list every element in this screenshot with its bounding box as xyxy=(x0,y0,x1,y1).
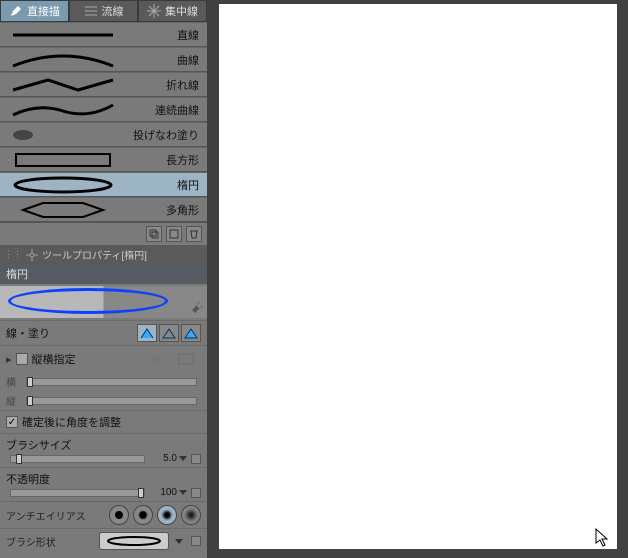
canvas[interactable] xyxy=(219,4,617,549)
tab-stream-line[interactable]: 流線 xyxy=(69,0,138,22)
tool-property-header: ⋮⋮ ツールプロパティ[楕円] xyxy=(0,245,207,264)
svg-text:%: % xyxy=(151,355,160,366)
brush-size-link-icon[interactable] xyxy=(191,454,201,464)
subtool-name: 楕円 xyxy=(0,264,207,284)
shape-tool-list: 直線 曲線 折れ線 連続曲線 投げなわ塗り 長方形 楕円 多角形 xyxy=(0,22,207,222)
antialias-weak[interactable] xyxy=(133,505,153,525)
canvas-area xyxy=(207,0,628,558)
width-slider[interactable] xyxy=(26,378,197,386)
opacity-value[interactable]: 100 xyxy=(149,487,177,498)
opacity-link-icon[interactable] xyxy=(191,488,201,498)
aspect-preset-1-icon[interactable]: % xyxy=(149,349,171,369)
aspect-lock-row: ▸ 縦横指定 % xyxy=(0,345,207,372)
tab-label: 流線 xyxy=(102,3,124,19)
opacity-row: 不透明度 100 xyxy=(0,467,207,501)
shape-rectangle[interactable]: 長方形 xyxy=(0,147,207,172)
expand-toggle-icon[interactable]: ▸ xyxy=(6,353,12,366)
shape-continuous-curve[interactable]: 連続曲線 xyxy=(0,97,207,122)
fill-mode-outline[interactable] xyxy=(137,324,157,342)
aspect-preset-2-icon[interactable] xyxy=(175,349,197,369)
subtool-tabs: 直接描 流線 集中線 xyxy=(0,0,207,22)
panel-title: ツールプロパティ[楕円] xyxy=(42,247,147,262)
brush-size-row: ブラシサイズ 5.0 xyxy=(0,433,207,467)
shape-lasso-fill[interactable]: 投げなわ塗り xyxy=(0,122,207,147)
focus-icon xyxy=(147,4,161,18)
shape-curve[interactable]: 曲線 xyxy=(0,47,207,72)
drag-handle-icon[interactable]: ⋮⋮ xyxy=(4,249,22,260)
antialias-strong[interactable] xyxy=(181,505,201,525)
shape-line[interactable]: 直線 xyxy=(0,22,207,47)
tab-label: 直接描 xyxy=(27,3,60,19)
fill-mode-both[interactable] xyxy=(181,324,201,342)
width-slider-row: 横 xyxy=(0,372,207,391)
chevron-down-icon[interactable] xyxy=(179,456,187,461)
new-icon[interactable] xyxy=(166,226,182,242)
tab-focus-line[interactable]: 集中線 xyxy=(138,0,207,22)
brush-shape-link-icon[interactable] xyxy=(191,536,201,546)
fill-mode-fill[interactable] xyxy=(159,324,179,342)
subtool-toolbar xyxy=(0,222,207,245)
line-fill-row: 線・塗り xyxy=(0,320,207,345)
preview-ellipse-icon xyxy=(8,288,168,314)
brush-shape-row: ブラシ形状 xyxy=(0,528,207,553)
tool-sidebar: 直接描 流線 集中線 直線 曲線 折れ線 連続 xyxy=(0,0,207,558)
cursor-icon xyxy=(595,528,611,548)
aspect-lock-checkbox[interactable] xyxy=(16,353,28,365)
shape-ellipse[interactable]: 楕円 xyxy=(0,172,207,197)
wrench-icon[interactable] xyxy=(189,300,205,316)
antialias-row: アンチエイリアス xyxy=(0,501,207,528)
trash-icon[interactable] xyxy=(186,226,202,242)
chevron-down-icon[interactable] xyxy=(179,490,187,495)
gear-icon[interactable] xyxy=(26,249,38,261)
adjust-angle-checkbox[interactable] xyxy=(6,416,18,428)
antialias-mid[interactable] xyxy=(157,505,177,525)
tab-label: 集中線 xyxy=(165,3,198,19)
stream-icon xyxy=(84,4,98,18)
height-slider-row: 縦 xyxy=(0,391,207,410)
opacity-slider[interactable] xyxy=(10,489,145,497)
brush-preview[interactable] xyxy=(0,286,207,318)
duplicate-icon[interactable] xyxy=(146,226,162,242)
brush-size-slider[interactable] xyxy=(10,455,145,463)
adjust-angle-row: 確定後に角度を調整 xyxy=(0,410,207,433)
shape-polygon[interactable]: 多角形 xyxy=(0,197,207,222)
height-slider[interactable] xyxy=(26,397,197,405)
shape-polyline[interactable]: 折れ線 xyxy=(0,72,207,97)
pencil-icon xyxy=(9,4,23,18)
brush-shape-selector[interactable] xyxy=(99,532,169,550)
brush-size-value[interactable]: 5.0 xyxy=(149,453,177,464)
antialias-none[interactable] xyxy=(109,505,129,525)
tab-direct-draw[interactable]: 直接描 xyxy=(0,0,69,22)
chevron-down-icon[interactable] xyxy=(175,539,183,544)
